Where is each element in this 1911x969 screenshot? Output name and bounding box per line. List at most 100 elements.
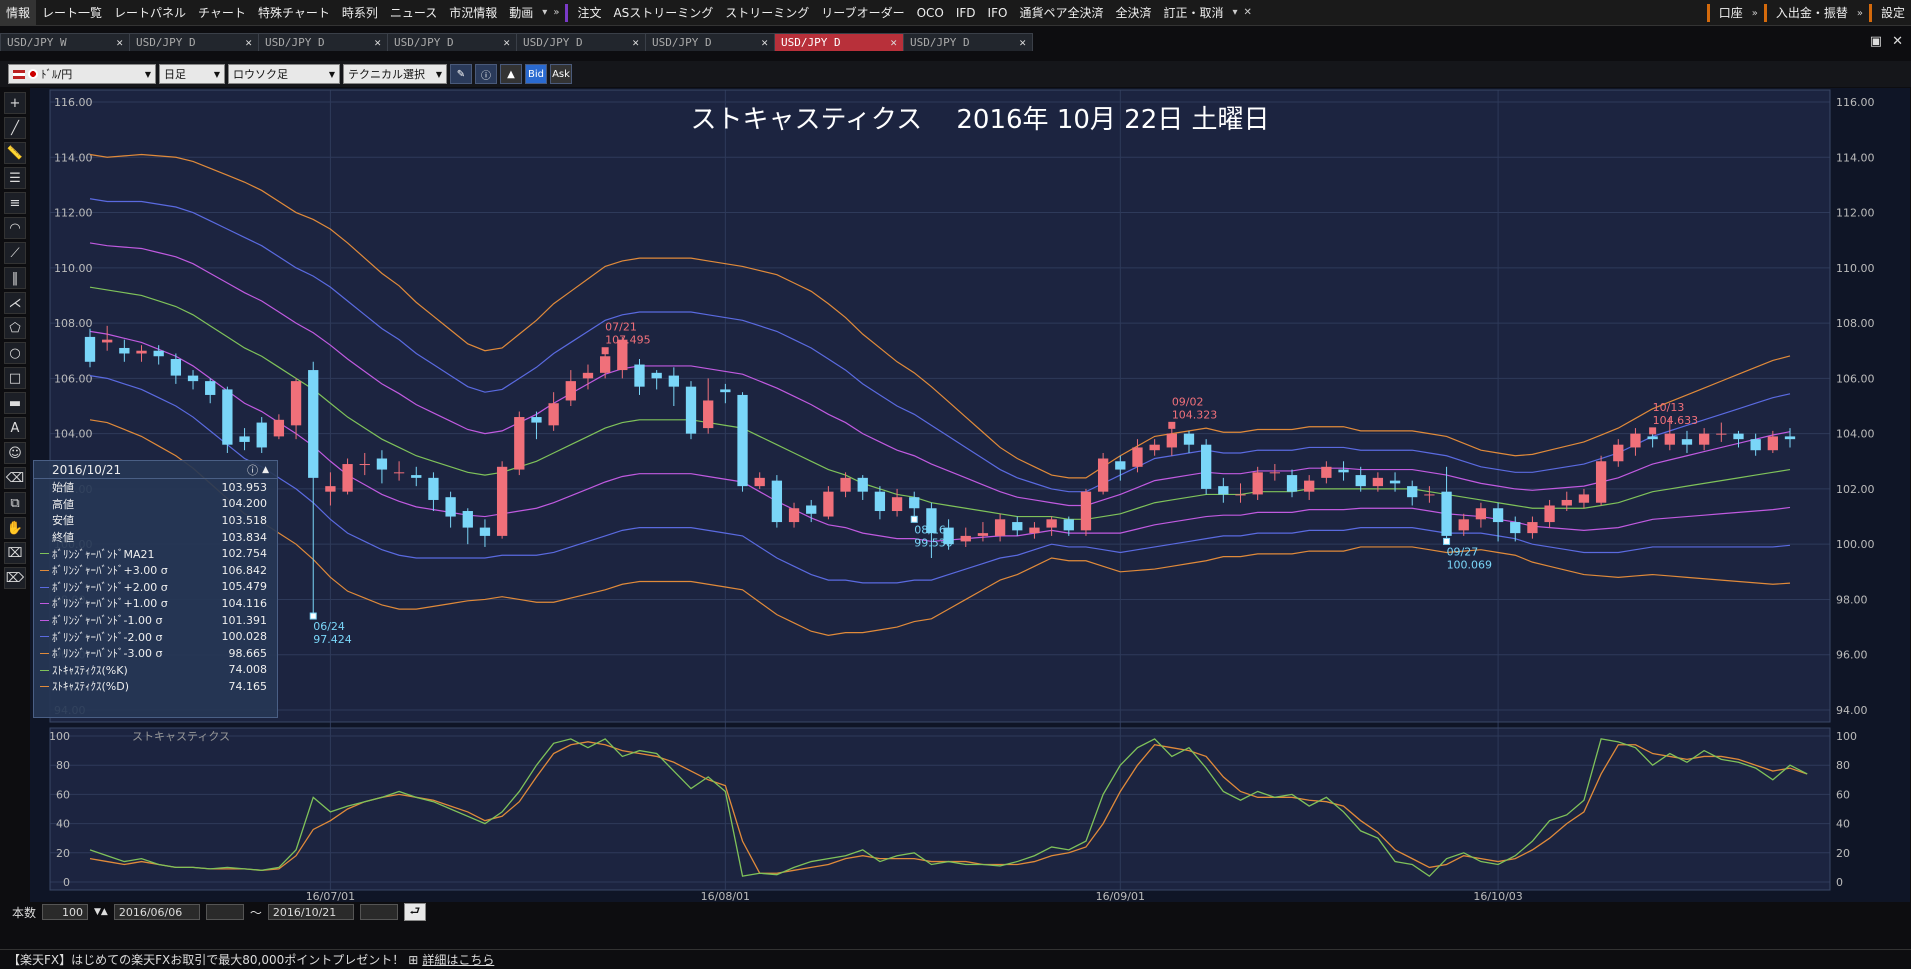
chart-tab[interactable]: USD/JPY W ✕ — [0, 33, 130, 51]
order-menu-item[interactable]: 訂正・取消 — [1157, 0, 1229, 26]
icon-tool[interactable]: ☺ — [4, 442, 26, 464]
to-time-input[interactable] — [359, 904, 398, 920]
technical-select[interactable]: テクニカル選択 ▼ — [343, 64, 447, 84]
price-tick-label-right: 98.00 — [1836, 593, 1868, 606]
close-tab-icon[interactable]: ✕ — [374, 36, 381, 49]
delete-tool[interactable]: ⌫ — [4, 467, 26, 489]
order-menu-item[interactable]: 注文 — [571, 0, 607, 26]
chart-tab[interactable]: USD/JPY D ✕ — [258, 33, 388, 51]
account-menu[interactable]: 口座 — [1713, 0, 1749, 26]
draw-pen-button[interactable]: ✎ — [450, 64, 472, 84]
expand-icon[interactable]: » — [1749, 8, 1761, 19]
order-menu-item[interactable]: ASストリーミング — [607, 0, 719, 26]
order-menu-item[interactable]: IFD — [950, 0, 982, 26]
crosshair-tool[interactable]: + — [4, 92, 26, 114]
pitchfork-tool[interactable]: ⋌ — [4, 292, 26, 314]
circle-tool[interactable]: ○ — [4, 342, 26, 364]
vertical-lines-tool[interactable]: ‖ — [4, 267, 26, 289]
copy-tool[interactable]: ⧉ — [4, 492, 26, 514]
menu-item[interactable]: 動画 — [503, 0, 539, 26]
menu-item[interactable]: レート一覧 — [36, 0, 108, 26]
channel-tool[interactable]: ≡ — [4, 192, 26, 214]
close-tab-icon[interactable]: ✕ — [890, 36, 897, 49]
clear-all-tool[interactable]: ⌦ — [4, 567, 26, 589]
spinner-icon[interactable]: ▼▲ — [94, 907, 108, 917]
deposit-menu[interactable]: 入出金・振替 — [1770, 0, 1854, 26]
from-time-input[interactable] — [205, 904, 244, 920]
order-menu-item[interactable]: 通貨ペア全決済 — [1013, 0, 1109, 26]
menu-item[interactable]: 市況情報 — [443, 0, 503, 26]
more-icon[interactable]: » — [550, 7, 562, 18]
chart-tab[interactable]: USD/JPY D ✕ — [516, 33, 646, 51]
chart-type-select[interactable]: ロウソク足 ▼ — [228, 64, 340, 84]
hand-tool[interactable]: ✋ — [4, 517, 26, 539]
order-menu-item[interactable]: 全決済 — [1109, 0, 1157, 26]
chart-tab[interactable]: USD/JPY D ✕ — [387, 33, 517, 51]
price-chart[interactable]: 116.00 116.00 114.00 114.00 112.00 112.00 110.… — [30, 88, 1910, 902]
count-input[interactable]: 100 — [42, 904, 89, 920]
data-window-row: ﾎﾞﾘﾝｼﾞｬｰﾊﾞﾝﾄﾞMA21 102.754 — [34, 545, 277, 562]
price-tick-label-left: 110.00 — [54, 262, 93, 275]
fibonacci-arc-tool[interactable]: ◠ — [4, 217, 26, 239]
apply-range-button[interactable]: ⮐ — [403, 903, 426, 921]
menu-item[interactable]: チャート — [192, 0, 252, 26]
chart-tab[interactable]: USD/JPY D ✕ — [774, 33, 904, 51]
text-icon: A — [10, 420, 20, 436]
restore-icon[interactable]: ▣ — [1870, 34, 1882, 49]
text-tool[interactable]: A — [4, 417, 26, 439]
expand-icon[interactable]: » — [1854, 8, 1866, 19]
dropdown-icon[interactable]: ▾ — [539, 7, 550, 18]
ask-toggle[interactable]: Ask — [550, 64, 572, 84]
rectangle-tool[interactable]: □ — [4, 367, 26, 389]
order-menu-item[interactable]: ストリーミング — [719, 0, 815, 26]
close-tab-icon[interactable]: ✕ — [632, 36, 639, 49]
chart-tab[interactable]: USD/JPY D ✕ — [645, 33, 775, 51]
menu-item[interactable]: 情報 — [0, 0, 37, 26]
collapse-icon[interactable]: ▲ — [262, 465, 269, 475]
promo-link[interactable]: 詳細はこちら — [422, 951, 494, 968]
chart-tab[interactable]: USD/JPY D ✕ — [129, 33, 259, 51]
candle-body — [1698, 433, 1710, 445]
close-tab-icon[interactable]: ✕ — [503, 36, 510, 49]
close-window-icon[interactable]: ✕ — [1892, 34, 1903, 49]
close-tab-icon[interactable]: ✕ — [1019, 36, 1026, 49]
close-tab-icon[interactable]: ✕ — [245, 36, 252, 49]
extreme-value-label: 107.495 — [605, 334, 651, 347]
info-icon[interactable]: ⓘ — [247, 462, 258, 478]
bid-toggle[interactable]: Bid — [525, 64, 547, 84]
data-window-row-value: 102.754 — [221, 547, 268, 561]
line-tool[interactable]: ▬ — [4, 392, 26, 414]
menu-item[interactable]: ニュース — [384, 0, 443, 26]
candle-body — [1510, 522, 1521, 534]
close-tab-icon[interactable]: ✕ — [761, 36, 768, 49]
clear-tool[interactable]: ⌧ — [4, 542, 26, 564]
chart-tab[interactable]: USD/JPY D ✕ — [903, 33, 1033, 51]
to-date-input[interactable]: 2016/10/21 — [267, 904, 354, 920]
data-window-panel[interactable]: 2016/10/21 ⓘ ▲ 始値 103.953 高値 104.200 安値 103.5… — [33, 460, 278, 718]
dropdown-icon[interactable]: ▾ — [1229, 7, 1240, 18]
area-chart-button[interactable]: ▲ — [500, 64, 522, 84]
order-menu-item[interactable]: IFO — [982, 0, 1014, 26]
order-menu-item[interactable]: OCO — [911, 0, 950, 26]
extreme-value-label: 100.069 — [1447, 558, 1493, 571]
candle-body — [514, 417, 525, 470]
candle-body — [1630, 433, 1641, 448]
ruler-tool[interactable]: 📏 — [4, 142, 26, 164]
info-button[interactable]: ⓘ — [475, 64, 497, 84]
close-icon[interactable]: ✕ — [1241, 7, 1255, 18]
menu-item[interactable]: 時系列 — [336, 0, 384, 26]
candle-body — [205, 381, 216, 395]
currency-pair-select[interactable]: ﾄﾞﾙ/円 ▼ — [8, 64, 156, 84]
trendline-tool[interactable]: ╱ — [4, 117, 26, 139]
chart-title: ストキャスティクス 2016年 10月 22日 土曜日 — [690, 105, 1269, 135]
horizontal-line-tool[interactable]: ☰ — [4, 167, 26, 189]
period-select[interactable]: 日足 ▼ — [159, 64, 225, 84]
order-menu-item[interactable]: リーブオーダー — [815, 0, 910, 26]
settings-menu[interactable]: 設定 — [1875, 0, 1911, 26]
menu-item[interactable]: 特殊チャート — [252, 0, 336, 26]
close-tab-icon[interactable]: ✕ — [116, 36, 123, 49]
menu-item[interactable]: レートパネル — [108, 0, 192, 26]
polygon-tool[interactable]: ⬠ — [4, 317, 26, 339]
fan-tool[interactable]: ⟋ — [4, 242, 26, 264]
from-date-input[interactable]: 2016/06/06 — [113, 904, 200, 920]
